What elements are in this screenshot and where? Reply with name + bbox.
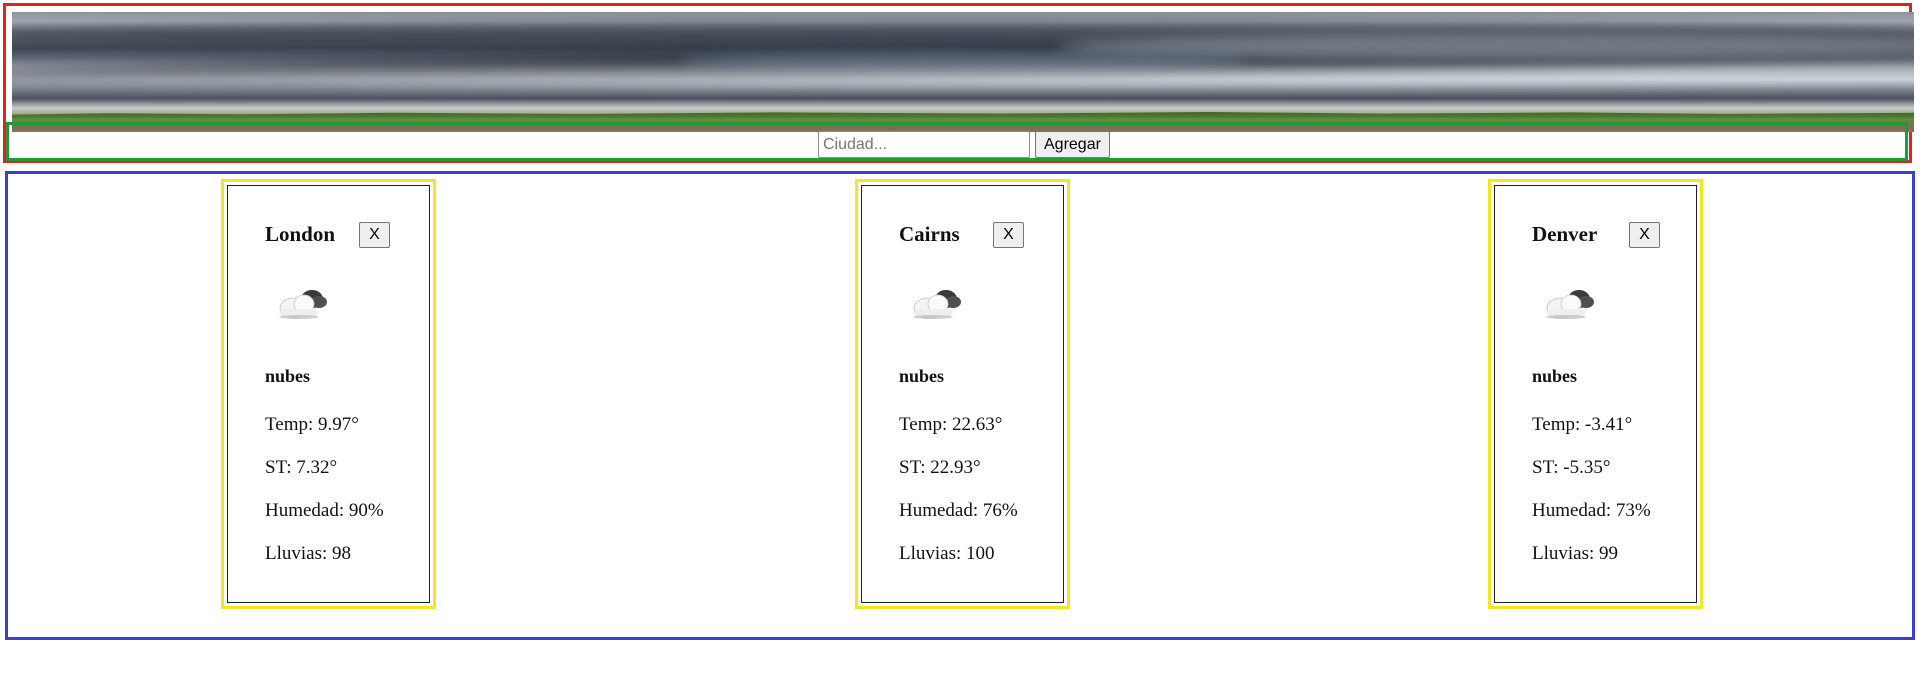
cloud-icon bbox=[279, 290, 327, 319]
city-card: Denver X nubes Temp: -3.41° ST: -5.35° H… bbox=[1488, 179, 1703, 609]
search-bar: Agregar bbox=[6, 122, 1908, 161]
rain: Lluvias: 100 bbox=[899, 543, 995, 564]
remove-city-button[interactable]: X bbox=[993, 222, 1024, 248]
humidity: Humedad: 90% bbox=[265, 500, 384, 521]
feels-like: ST: 22.93° bbox=[899, 457, 981, 478]
city-card-body: Denver X nubes Temp: -3.41° ST: -5.35° H… bbox=[1494, 185, 1697, 603]
rain: Lluvias: 98 bbox=[265, 543, 352, 564]
city-name: Denver bbox=[1532, 222, 1598, 246]
humidity: Humedad: 76% bbox=[899, 500, 1018, 521]
city-card: Cairns X nubes Temp: 22.63° ST: 22.93° H… bbox=[855, 179, 1070, 609]
remove-city-button[interactable]: X bbox=[359, 222, 390, 248]
feels-like: ST: 7.32° bbox=[265, 457, 338, 478]
weather-app: Agregar London X nubes Temp: 9.97° ST: 7… bbox=[0, 0, 1921, 675]
weather-description: nubes bbox=[899, 366, 945, 386]
temperature: Temp: 9.97° bbox=[265, 414, 359, 435]
weather-description: nubes bbox=[1532, 366, 1578, 386]
city-card-body: London X nubes Temp: 9.97° ST: 7.32° Hum… bbox=[227, 185, 430, 603]
humidity: Humedad: 73% bbox=[1532, 500, 1651, 521]
feels-like: ST: -5.35° bbox=[1532, 457, 1611, 478]
cloud-icon bbox=[913, 290, 961, 319]
city-search-input[interactable] bbox=[818, 131, 1030, 158]
remove-city-button[interactable]: X bbox=[1629, 222, 1660, 248]
temperature: Temp: -3.41° bbox=[1532, 414, 1633, 435]
city-card: London X nubes Temp: 9.97° ST: 7.32° Hum… bbox=[221, 179, 436, 609]
city-cards-container: London X nubes Temp: 9.97° ST: 7.32° Hum… bbox=[5, 171, 1915, 640]
city-card-body: Cairns X nubes Temp: 22.63° ST: 22.93° H… bbox=[861, 185, 1064, 603]
cloud-icon bbox=[1546, 290, 1594, 319]
city-name: Cairns bbox=[899, 222, 960, 246]
temperature: Temp: 22.63° bbox=[899, 414, 1003, 435]
city-name: London bbox=[265, 222, 336, 246]
weather-description: nubes bbox=[265, 366, 311, 386]
rain: Lluvias: 99 bbox=[1532, 543, 1619, 564]
banner-image bbox=[12, 12, 1914, 132]
add-city-button[interactable]: Agregar bbox=[1035, 131, 1110, 158]
